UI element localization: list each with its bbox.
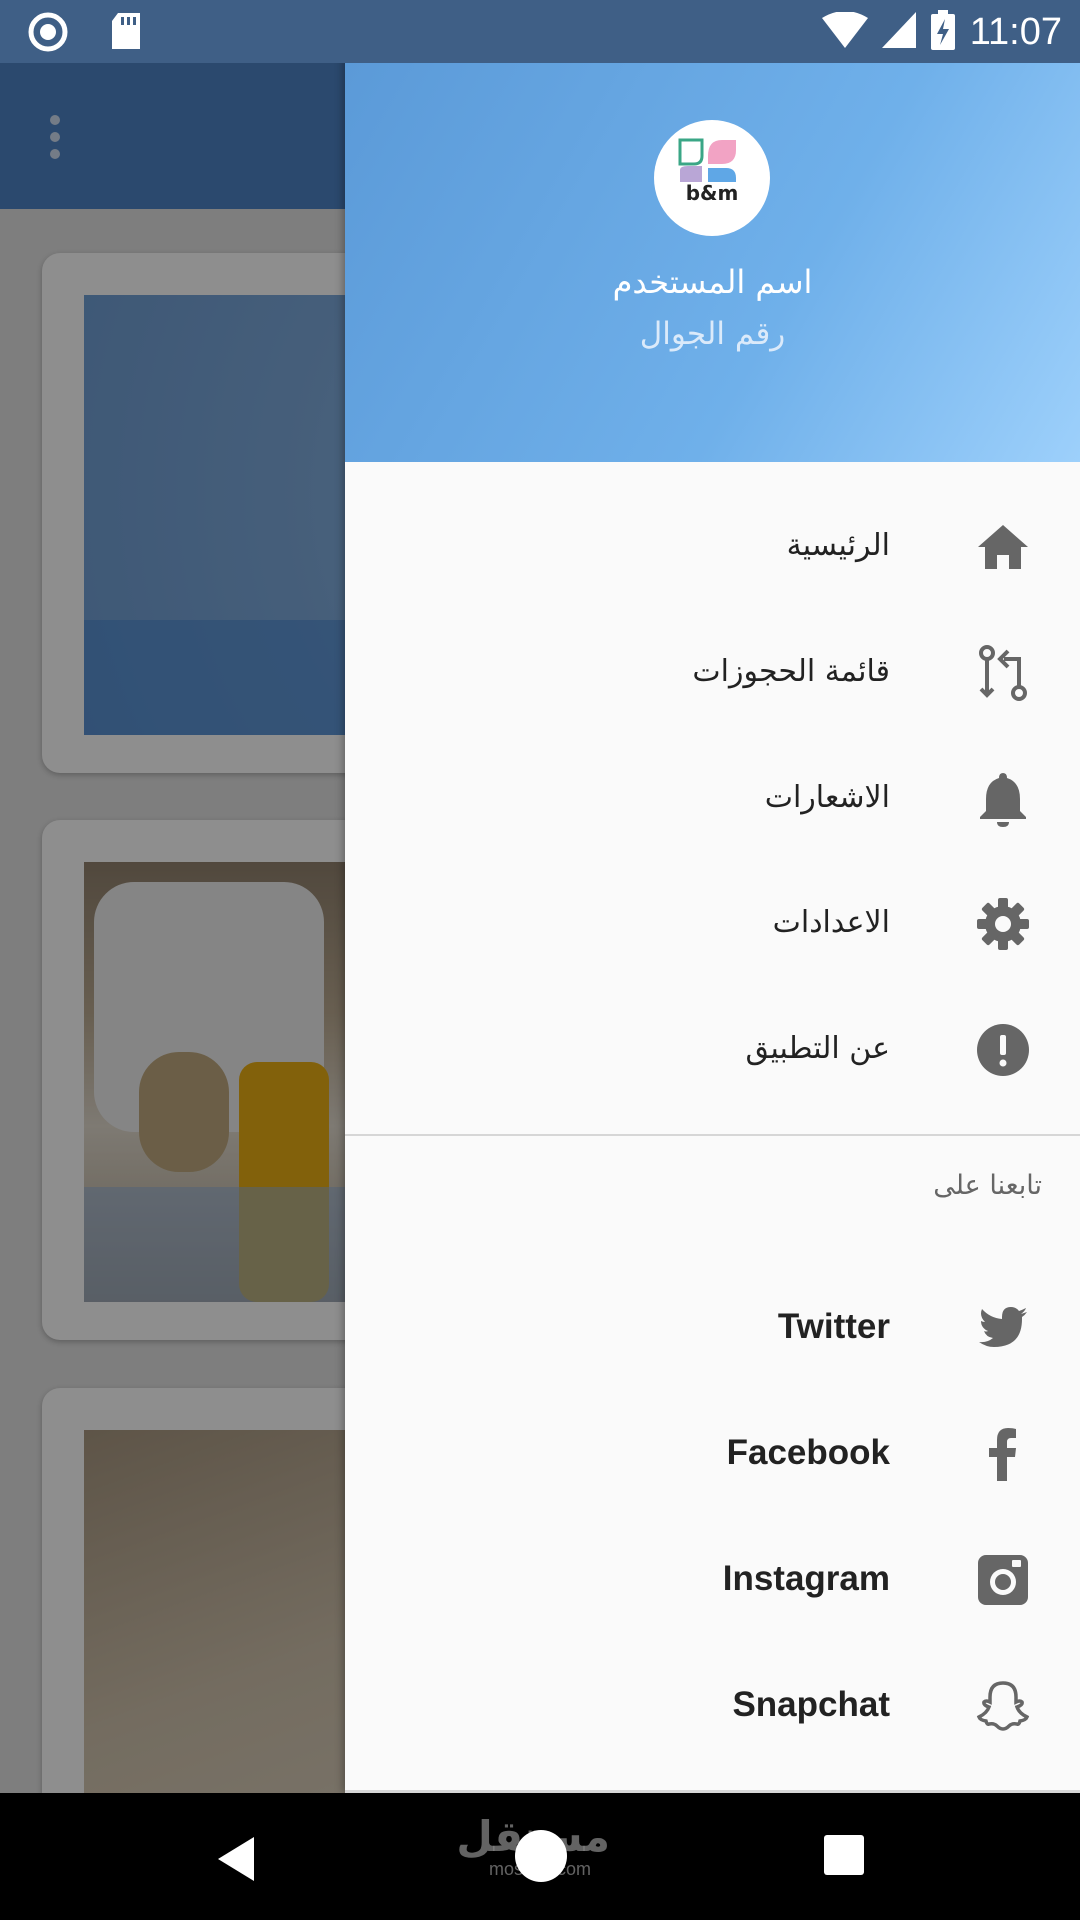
menu-item-home[interactable]: الرئيسية [345, 483, 1080, 609]
user-name: اسم المستخدم [612, 263, 813, 301]
battery-charging-icon [930, 10, 956, 54]
social-item-instagram[interactable]: Instagram [345, 1516, 1080, 1642]
menu-item-label: الرئيسية [786, 528, 890, 563]
user-phone: رقم الجوال [639, 316, 786, 352]
menu-item-label: الاشعارات [764, 780, 890, 815]
menu-item-bookings[interactable]: قائمة الحجوزات [345, 609, 1080, 735]
social-item-twitter[interactable]: Twitter [345, 1264, 1080, 1390]
social-item-label: Facebook [726, 1433, 890, 1472]
wifi-icon [821, 11, 868, 52]
cell-signal-icon [881, 12, 916, 52]
gear-icon [975, 896, 1031, 952]
system-navigation-bar: مستقل mostaql.com [0, 1793, 1080, 1920]
social-item-label: Instagram [722, 1559, 890, 1598]
menu-item-label: قائمة الحجوزات [692, 654, 890, 689]
home-button[interactable] [515, 1830, 567, 1882]
social-item-snapchat[interactable]: Snapchat [345, 1642, 1080, 1768]
record-icon [28, 12, 68, 56]
bell-icon [975, 771, 1031, 827]
facebook-icon [975, 1426, 1031, 1482]
menu-item-label: عن التطبيق [745, 1031, 890, 1066]
app-screen: 11:07 b&m اسم المستخدم رقم الجوال الرئيس… [0, 0, 1080, 1793]
back-icon[interactable] [212, 1833, 264, 1885]
status-bar: 11:07 [0, 0, 1080, 63]
instagram-icon [975, 1552, 1031, 1608]
avatar[interactable]: b&m [654, 120, 770, 236]
menu-divider [345, 1134, 1080, 1136]
social-item-facebook[interactable]: Facebook [345, 1390, 1080, 1516]
snapchat-icon [975, 1678, 1031, 1734]
drawer-header: b&m اسم المستخدم رقم الجوال [345, 63, 1080, 462]
bm-logo-icon: b&m [678, 138, 739, 205]
menu-item-notifications[interactable]: الاشعارات [345, 735, 1080, 861]
follow-us-heading: تابعنا على [933, 1170, 1042, 1201]
twitter-icon [975, 1300, 1031, 1356]
social-item-label: Snapchat [732, 1685, 890, 1724]
sd-card-icon [110, 13, 142, 55]
compare-arrows-icon [975, 645, 1031, 701]
svg-text:b&m: b&m [686, 181, 739, 205]
menu-item-settings[interactable]: الاعدادات [345, 860, 1080, 986]
info-icon [975, 1022, 1031, 1078]
social-item-label: Twitter [777, 1307, 890, 1346]
navigation-drawer: b&m اسم المستخدم رقم الجوال الرئيسية قائ… [345, 0, 1080, 1793]
menu-item-label: الاعدادات [772, 905, 890, 940]
status-time: 11:07 [969, 11, 1062, 53]
recents-button[interactable] [824, 1835, 864, 1875]
home-icon [975, 519, 1031, 575]
menu-item-about[interactable]: عن التطبيق [345, 986, 1080, 1112]
